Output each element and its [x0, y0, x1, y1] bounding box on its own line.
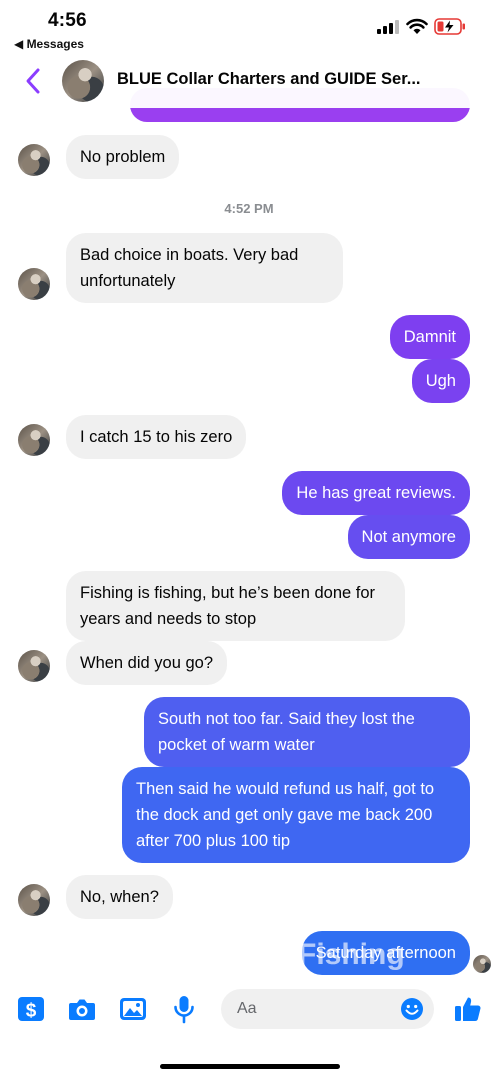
- dollar-icon[interactable]: $: [16, 994, 46, 1024]
- incoming-message[interactable]: Bad choice in boats. Very bad unfortunat…: [66, 233, 343, 303]
- incoming-message[interactable]: No, when?: [66, 875, 173, 919]
- contact-avatar[interactable]: [18, 884, 50, 916]
- incoming-message[interactable]: No problem: [66, 135, 180, 179]
- chevron-left-icon[interactable]: [22, 66, 44, 96]
- home-indicator[interactable]: [160, 1064, 340, 1069]
- message-input-placeholder: Aa: [237, 1000, 257, 1017]
- message-thread[interactable]: No problem 4:52 PM Bad choice in boats. …: [0, 0, 498, 1080]
- message-input[interactable]: Aa: [221, 989, 434, 1029]
- timestamp: 4:52 PM: [224, 201, 274, 216]
- outgoing-message[interactable]: South not too far. Said they lost the po…: [144, 697, 470, 767]
- image-icon[interactable]: [118, 994, 148, 1024]
- microphone-icon[interactable]: [169, 994, 199, 1024]
- svg-text:$: $: [26, 1001, 37, 1022]
- read-receipt-avatar: [473, 955, 491, 973]
- outgoing-message[interactable]: Damnit: [389, 315, 470, 359]
- camera-icon[interactable]: [67, 994, 97, 1024]
- emoji-icon[interactable]: [400, 997, 424, 1021]
- incoming-message[interactable]: Fishing is fishing, but he’s been done f…: [66, 571, 405, 641]
- contact-avatar[interactable]: [18, 268, 50, 300]
- outgoing-message[interactable]: Ugh: [411, 359, 470, 403]
- outgoing-message[interactable]: He has great reviews.: [282, 471, 470, 515]
- contact-avatar[interactable]: [18, 144, 50, 176]
- composer-bar: $ Aa: [0, 986, 498, 1036]
- conversation-header: BLUE Collar Charters and GUIDE Ser...: [0, 56, 498, 108]
- incoming-message[interactable]: When did you go?: [66, 641, 228, 685]
- contact-avatar[interactable]: [18, 650, 50, 682]
- header-avatar[interactable]: [62, 60, 104, 102]
- outgoing-message[interactable]: Not anymore: [347, 515, 470, 559]
- incoming-message[interactable]: I catch 15 to his zero: [66, 415, 247, 459]
- thumbs-up-icon[interactable]: [453, 994, 483, 1024]
- conversation-title[interactable]: BLUE Collar Charters and GUIDE Ser...: [117, 70, 477, 89]
- outgoing-message[interactable]: Saturday afternoon: [301, 931, 470, 975]
- contact-avatar[interactable]: [18, 424, 50, 456]
- outgoing-message[interactable]: Then said he would refund us half, got t…: [122, 767, 470, 863]
